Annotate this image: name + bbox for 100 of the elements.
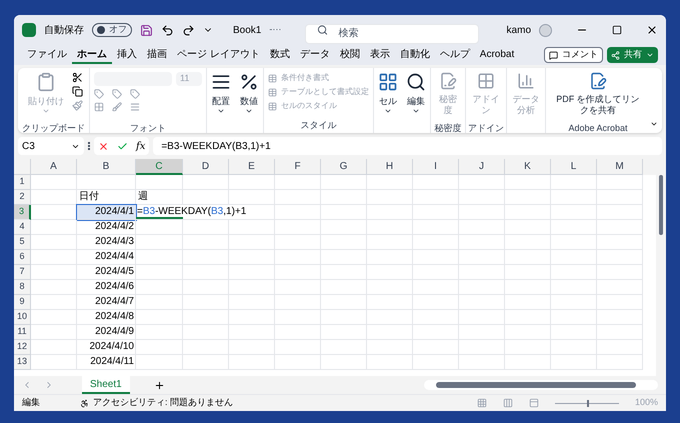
column-header[interactable]: F	[275, 159, 321, 175]
table-cell[interactable]: 2024/4/10	[77, 340, 136, 355]
table-cell[interactable]	[275, 265, 321, 280]
table-cell[interactable]	[275, 325, 321, 340]
row-header[interactable]: 9	[14, 295, 31, 310]
row-header[interactable]: 7	[14, 265, 31, 280]
table-cell[interactable]	[597, 265, 643, 280]
table-cell[interactable]	[136, 340, 183, 355]
column-header[interactable]: A	[31, 159, 77, 175]
table-cell[interactable]	[459, 235, 505, 250]
table-cell[interactable]	[183, 175, 229, 190]
table-cell[interactable]	[367, 220, 413, 235]
table-cell[interactable]	[551, 355, 597, 370]
table-cell[interactable]	[321, 310, 367, 325]
insert-function-button[interactable]: fx	[136, 138, 146, 154]
table-cell[interactable]	[367, 205, 413, 220]
table-cell[interactable]	[551, 295, 597, 310]
zoom-thumb[interactable]	[586, 400, 589, 406]
table-cell[interactable]	[551, 280, 597, 295]
table-cell[interactable]	[505, 280, 551, 295]
menu-tab[interactable]: 校閲	[334, 46, 365, 64]
table-cell[interactable]	[597, 235, 643, 250]
table-cell[interactable]	[321, 205, 367, 220]
table-cell[interactable]: 2024/4/6	[77, 280, 136, 295]
table-cell[interactable]	[275, 340, 321, 355]
border-icon[interactable]	[94, 102, 104, 112]
table-cell[interactable]	[229, 220, 275, 235]
table-cell[interactable]	[183, 310, 229, 325]
row-header[interactable]: 13	[14, 355, 31, 370]
table-cell[interactable]	[459, 280, 505, 295]
table-cell[interactable]	[183, 220, 229, 235]
table-cell[interactable]: 2024/4/4	[77, 250, 136, 265]
menu-tab[interactable]: ホーム	[72, 46, 112, 64]
column-header[interactable]: K	[505, 159, 551, 175]
menu-tab[interactable]: 挿入	[112, 46, 142, 64]
undo-icon[interactable]	[161, 24, 174, 36]
table-cell[interactable]	[459, 310, 505, 325]
table-cell[interactable]	[136, 295, 183, 310]
table-cell[interactable]	[77, 175, 136, 190]
table-cell[interactable]	[183, 250, 229, 265]
table-cell[interactable]	[459, 340, 505, 355]
horizontal-scrollbar[interactable]	[424, 380, 658, 390]
table-cell[interactable]	[597, 340, 643, 355]
table-cell[interactable]	[413, 220, 459, 235]
table-cell[interactable]	[136, 235, 183, 250]
table-cell[interactable]	[597, 355, 643, 370]
name-box[interactable]: C3	[18, 137, 84, 155]
table-cell[interactable]	[31, 220, 77, 235]
table-cell[interactable]	[459, 355, 505, 370]
table-cell[interactable]	[597, 280, 643, 295]
table-cell[interactable]	[367, 175, 413, 190]
table-cell[interactable]	[183, 295, 229, 310]
table-cell[interactable]	[505, 295, 551, 310]
table-cell[interactable]	[229, 280, 275, 295]
page-layout-icon[interactable]	[502, 398, 513, 408]
menu-tab[interactable]: 描画	[142, 46, 172, 64]
table-cell[interactable]	[505, 190, 551, 205]
page-break-icon[interactable]	[528, 398, 539, 408]
table-cell[interactable]	[413, 205, 459, 220]
table-cell[interactable]	[505, 235, 551, 250]
menu-tab[interactable]: 自動化	[394, 46, 435, 64]
table-cell[interactable]	[136, 250, 183, 265]
table-cell[interactable]	[459, 295, 505, 310]
table-cell[interactable]	[505, 250, 551, 265]
menu-tab[interactable]: Acrobat	[474, 46, 520, 64]
table-cell[interactable]	[31, 295, 77, 310]
table-cell[interactable]	[413, 280, 459, 295]
table-cell[interactable]	[229, 175, 275, 190]
table-cell[interactable]	[459, 325, 505, 340]
table-cell[interactable]	[413, 325, 459, 340]
table-cell[interactable]: 2024/4/7	[77, 295, 136, 310]
table-cell[interactable]: 2024/4/3	[77, 235, 136, 250]
table-cell[interactable]	[505, 265, 551, 280]
cut-icon[interactable]	[72, 72, 83, 83]
sheet-tab[interactable]: Sheet1	[82, 376, 130, 394]
table-cell[interactable]	[31, 265, 77, 280]
redo-icon[interactable]	[182, 24, 195, 36]
search-field[interactable]: 検索	[305, 24, 480, 44]
menu-tab[interactable]: ヘルプ	[434, 46, 475, 64]
row-header[interactable]: 2	[14, 190, 31, 205]
row-header[interactable]: 3	[14, 205, 31, 220]
table-cell[interactable]	[367, 250, 413, 265]
create-pdf-button[interactable]: PDF を作成してリンクを共有	[550, 72, 646, 116]
table-cell[interactable]	[229, 355, 275, 370]
table-cell[interactable]	[413, 355, 459, 370]
table-cell[interactable]	[597, 325, 643, 340]
table-cell[interactable]	[597, 250, 643, 265]
table-cell[interactable]	[136, 325, 183, 340]
table-cell[interactable]	[183, 355, 229, 370]
table-cell[interactable]	[183, 235, 229, 250]
table-cell[interactable]	[413, 295, 459, 310]
table-cell[interactable]	[136, 280, 183, 295]
table-cell[interactable]	[413, 340, 459, 355]
cancel-icon[interactable]	[98, 140, 109, 152]
table-cell[interactable]	[367, 340, 413, 355]
table-cell[interactable]	[183, 325, 229, 340]
row-header[interactable]: 6	[14, 250, 31, 265]
editing-button[interactable]: 編集	[402, 72, 430, 133]
column-header[interactable]: L	[551, 159, 597, 175]
table-cell[interactable]	[551, 340, 597, 355]
